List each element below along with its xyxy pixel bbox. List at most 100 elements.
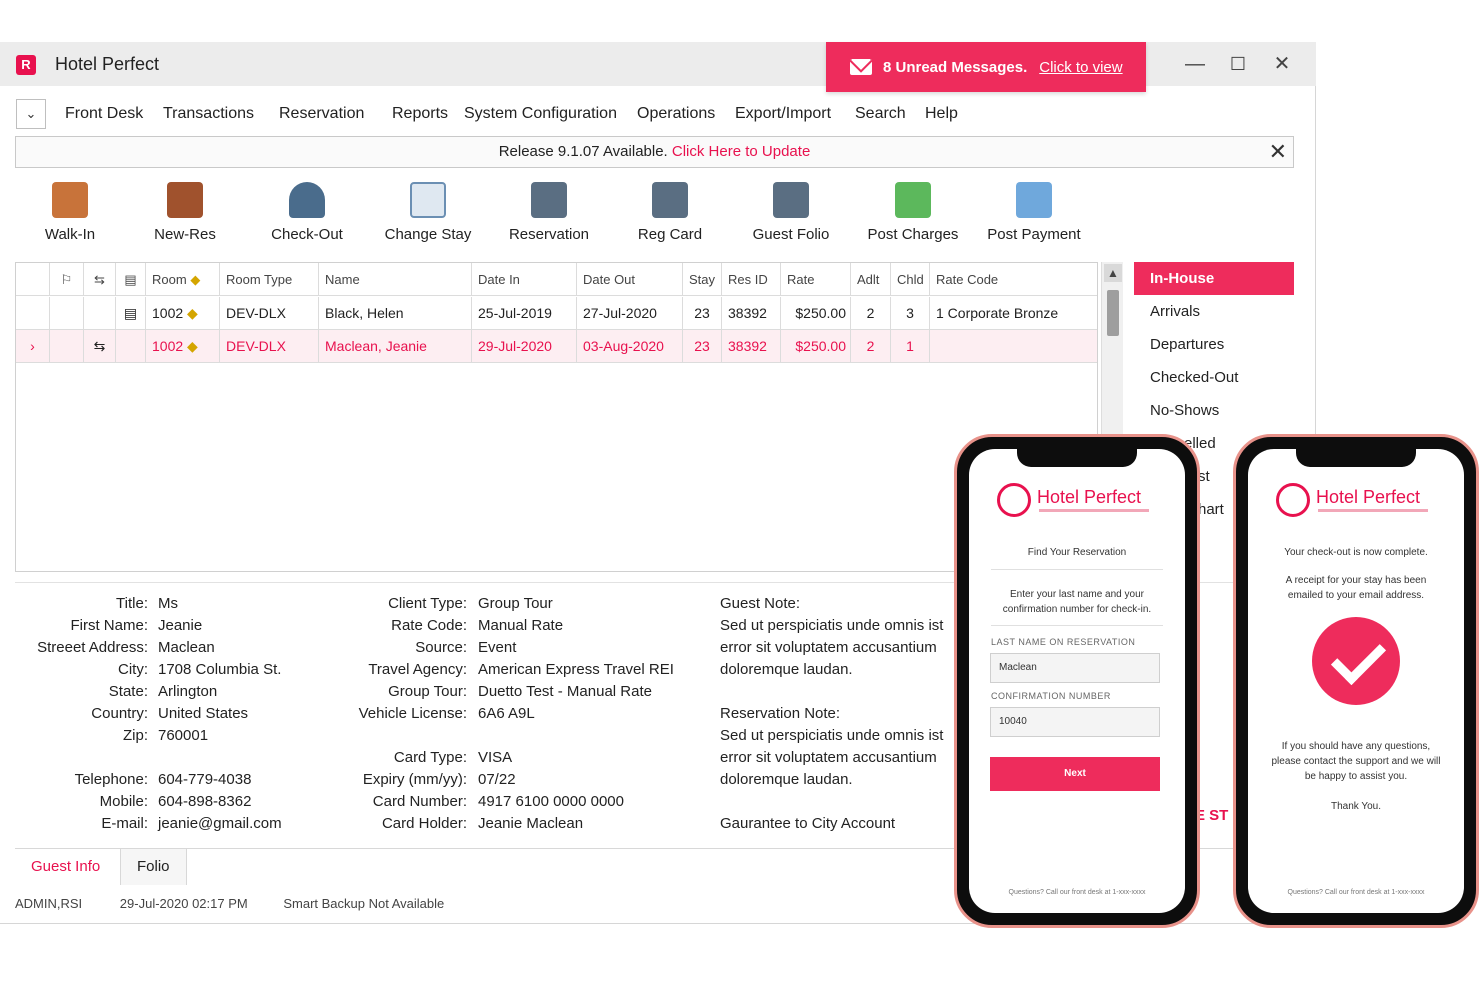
scroll-thumb[interactable] — [1107, 290, 1119, 336]
filter-departures[interactable]: Departures — [1134, 328, 1294, 361]
group-tour: Duetto Test - Manual Rate — [478, 683, 652, 700]
printer-icon — [652, 182, 688, 218]
next-button[interactable]: Next — [990, 757, 1160, 791]
room-status-icon: ◆ — [190, 272, 201, 287]
new-res-button[interactable]: New-Res — [130, 182, 240, 243]
update-link[interactable]: Click Here to Update — [672, 143, 810, 160]
menu-bar: ⌄ Front Desk Transactions Reservation Re… — [0, 94, 1316, 134]
header-stay[interactable]: Stay — [683, 263, 722, 296]
guest-note-line: Sed ut perspiciatis unde omnis ist — [720, 617, 944, 634]
header-name[interactable]: Name — [319, 263, 472, 296]
chevron-down-icon[interactable]: ⌄ — [16, 99, 46, 129]
phone-footer: Questions? Call our front desk at 1-xxx-… — [1008, 889, 1146, 896]
check-out-label: Check-Out — [271, 226, 343, 243]
close-icon[interactable]: ✕ — [1270, 52, 1294, 76]
guest-note-label: Guest Note: — [720, 595, 801, 612]
guest-info-column: Title: Ms First Name: Jeanie Streeet Addre… — [37, 595, 282, 832]
post-payment-button[interactable]: Post Payment — [979, 182, 1089, 243]
header-date-in[interactable]: Date In — [472, 263, 577, 296]
link-icon: ⇆ — [84, 330, 116, 363]
guest-country: United States — [158, 705, 249, 722]
header-adlt[interactable]: Adlt — [851, 263, 891, 296]
phone-heading: Find Your Reservation — [1027, 547, 1127, 558]
money-icon — [895, 182, 931, 218]
last-name-field[interactable]: Maclean — [990, 653, 1160, 683]
guest-street: Maclean — [158, 639, 215, 656]
client-type: Group Tour — [478, 595, 553, 612]
walk-in-button[interactable]: Walk-In — [15, 182, 125, 243]
last-name-label: LAST NAME ON RESERVATION — [991, 637, 1136, 647]
click-to-view-link[interactable]: Click to view — [1039, 59, 1122, 76]
minimize-icon[interactable]: — — [1183, 52, 1207, 76]
filter-checked-out[interactable]: Checked-Out — [1134, 361, 1294, 394]
reg-card-button[interactable]: Reg Card — [615, 182, 725, 243]
menu-operations[interactable]: Operations — [637, 105, 715, 123]
close-icon[interactable]: ✕ — [1269, 137, 1287, 167]
room-type-cell: DEV-DLX — [220, 297, 319, 330]
vehicle-license: 6A6 A9L — [478, 705, 535, 722]
chevron-up-icon[interactable]: ▲ — [1104, 264, 1122, 282]
link-icon[interactable]: ⇆ — [84, 263, 116, 296]
guest-first-name: Jeanie — [158, 617, 203, 634]
unread-messages-banner[interactable]: 8 Unread Messages. Click to view — [826, 42, 1146, 92]
rate-code-cell: 1 Corporate Bronze — [936, 305, 1059, 321]
date-out-cell: 03-Aug-2020 — [577, 330, 683, 363]
table-row-selected[interactable]: › ⇆ 1002 ◆ DEV-DLX Maclean, Jeanie 29-Ju… — [16, 330, 1097, 363]
table-row[interactable]: ▤ 1002 ◆ DEV-DLX Black, Helen 25-Jul-201… — [16, 297, 1097, 330]
confirmation-field[interactable]: 10040 — [990, 707, 1160, 737]
note-icon[interactable]: ▤ — [116, 263, 146, 296]
phone-checkout-mockup: Hotel Perfect Your check-out is now comp… — [1233, 434, 1479, 928]
room-cell: 1002 — [152, 338, 184, 354]
header-room-type[interactable]: Room Type — [220, 263, 319, 296]
guest-folio-label: Guest Folio — [752, 226, 830, 243]
menu-help[interactable]: Help — [925, 105, 958, 123]
app-title: Hotel Perfect — [55, 54, 160, 74]
menu-search[interactable]: Search — [855, 105, 906, 123]
header-room[interactable]: Room ◆ — [146, 263, 220, 296]
menu-export-import[interactable]: Export/Import — [735, 105, 831, 123]
menu-transactions[interactable]: Transactions — [163, 105, 254, 123]
room-status-icon: ◆ — [187, 338, 198, 354]
header-rate[interactable]: Rate — [781, 263, 851, 296]
envelope-icon — [850, 59, 872, 75]
questions-text: If you should have any questions, please… — [1271, 741, 1441, 782]
menu-system-configuration[interactable]: System Configuration — [464, 105, 617, 123]
guest-state: Arlington — [158, 683, 218, 700]
tab-folio[interactable]: Folio — [120, 849, 187, 885]
menu-front-desk[interactable]: Front Desk — [65, 105, 143, 123]
chld-cell: 1 — [891, 330, 930, 363]
change-stay-button[interactable]: Change Stay — [373, 182, 483, 243]
guest-flag-icon[interactable]: ⚐ — [50, 263, 84, 296]
menu-reports[interactable]: Reports — [392, 105, 448, 123]
thank-you-text: Thank You. — [1330, 801, 1382, 812]
reservation-note-line: Sed ut perspiciatis unde omnis ist — [720, 727, 944, 744]
filter-no-shows[interactable]: No-Shows — [1134, 394, 1294, 427]
walk-in-icon — [52, 182, 88, 218]
rate-code-cell — [930, 330, 1097, 363]
header-rate-code[interactable]: Rate Code — [930, 263, 1097, 296]
guest-note-line: error sit voluptatem accusantium — [720, 639, 937, 656]
phone-screen: Hotel Perfect Your check-out is now comp… — [1248, 449, 1464, 913]
phone-book-icon — [167, 182, 203, 218]
post-payment-label: Post Payment — [987, 226, 1081, 243]
tab-guest-info[interactable]: Guest Info — [15, 849, 117, 885]
person-arrow-icon — [289, 182, 325, 218]
header-chld[interactable]: Chld — [891, 263, 930, 296]
reservation-note-label: Reservation Note: — [720, 705, 841, 722]
reservation-print-button[interactable]: Reservation — [494, 182, 604, 243]
header-res-id[interactable]: Res ID — [722, 263, 781, 296]
menu-reservation[interactable]: Reservation — [279, 105, 364, 123]
card-holder: Jeanie Maclean — [478, 815, 584, 832]
rate-cell: $250.00 — [781, 330, 851, 363]
header-date-out[interactable]: Date Out — [577, 263, 683, 296]
check-out-button[interactable]: Check-Out — [252, 182, 362, 243]
post-charges-button[interactable]: Post Charges — [858, 182, 968, 243]
maximize-icon[interactable]: ☐ — [1226, 52, 1250, 76]
guest-folio-button[interactable]: Guest Folio — [736, 182, 846, 243]
filter-in-house[interactable]: In-House — [1134, 262, 1294, 295]
filter-arrivals[interactable]: Arrivals — [1134, 295, 1294, 328]
partial-button-label: E ST — [1195, 807, 1229, 824]
printer-icon — [531, 182, 567, 218]
guest-note-line: doloremque laudan. — [720, 661, 853, 678]
phone-footer: Questions? Call our front desk at 1-xxx-… — [1287, 889, 1425, 896]
